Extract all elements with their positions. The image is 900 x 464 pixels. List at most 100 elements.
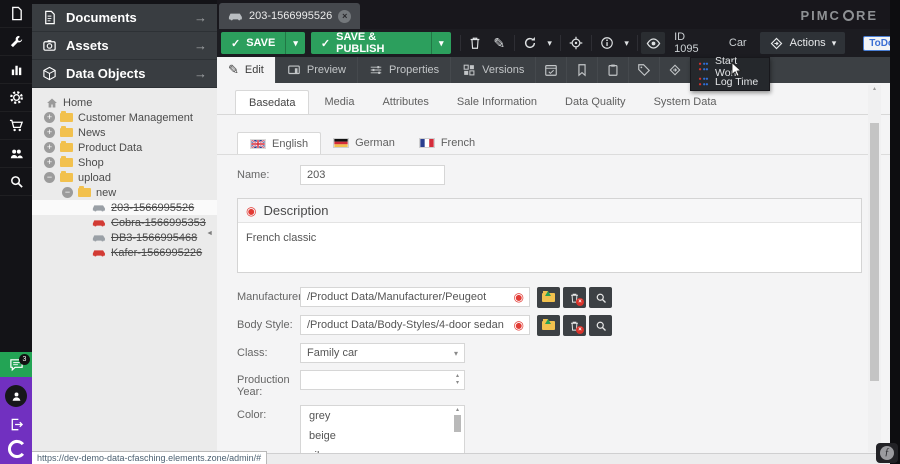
tree-item[interactable]: − new bbox=[32, 185, 217, 200]
reload-button[interactable] bbox=[518, 32, 542, 54]
langtab-french[interactable]: French bbox=[407, 132, 487, 154]
subtab-data-quality[interactable]: Data Quality bbox=[552, 90, 639, 114]
production-year-spinner[interactable]: ▴▾ bbox=[300, 370, 465, 390]
minus-icon[interactable]: − bbox=[44, 172, 55, 183]
spin-down-icon[interactable]: ▾ bbox=[456, 380, 459, 386]
logout-button[interactable] bbox=[9, 417, 24, 432]
subtab-sale-information[interactable]: Sale Information bbox=[444, 90, 550, 114]
tree-item-selected[interactable]: 203-1566995526 bbox=[32, 200, 217, 215]
tree-item[interactable]: + Customer Management bbox=[32, 110, 217, 125]
user-profile-button[interactable] bbox=[5, 385, 27, 407]
tab-preview[interactable]: Preview bbox=[276, 57, 358, 83]
tree-item[interactable]: + Shop bbox=[32, 155, 217, 170]
tree-item[interactable]: DB3-1566995468 bbox=[32, 230, 217, 245]
description-editor[interactable]: French classic bbox=[238, 223, 861, 272]
subtab-system-data[interactable]: System Data bbox=[641, 90, 730, 114]
vertical-scrollbar[interactable]: ▴ bbox=[868, 85, 881, 452]
plus-icon[interactable]: + bbox=[44, 127, 55, 138]
locate-in-tree-button[interactable] bbox=[564, 32, 588, 54]
reports-rail-button[interactable] bbox=[0, 56, 32, 84]
logo-text-pre: PIMC bbox=[800, 8, 841, 23]
class-select[interactable]: Family car ▾ bbox=[300, 343, 465, 363]
tab-properties[interactable]: Properties bbox=[358, 57, 451, 83]
tab-tags[interactable] bbox=[629, 57, 660, 83]
spinner-arrows[interactable]: ▴▾ bbox=[456, 373, 459, 387]
tools-rail-button[interactable] bbox=[0, 28, 32, 56]
search-relation-button[interactable] bbox=[589, 315, 612, 336]
delete-button[interactable] bbox=[463, 32, 487, 54]
tab-versions[interactable]: Versions bbox=[451, 57, 536, 83]
notifications-button[interactable]: 3 bbox=[0, 352, 32, 377]
scroll-up-icon[interactable]: ▴ bbox=[868, 85, 881, 93]
help-chat-widget[interactable]: ƒ bbox=[876, 443, 898, 463]
subtab-basedata[interactable]: Basedata bbox=[235, 90, 309, 114]
open-folder-button[interactable] bbox=[537, 287, 560, 308]
plus-icon[interactable]: + bbox=[44, 157, 55, 168]
remove-relation-button[interactable]: × bbox=[563, 287, 586, 308]
save-publish-button[interactable]: ✓SAVE & PUBLISH ▾ bbox=[311, 32, 451, 54]
scrollbar-thumb[interactable] bbox=[870, 123, 879, 381]
user-icon bbox=[10, 390, 23, 403]
chevron-down-icon: ▾ bbox=[454, 349, 458, 358]
documents-rail-button[interactable] bbox=[0, 0, 32, 28]
color-option[interactable]: grey bbox=[301, 406, 464, 426]
reload-dropdown-caret[interactable]: ▾ bbox=[542, 38, 557, 49]
color-option[interactable]: beige bbox=[301, 426, 464, 446]
ecommerce-rail-button[interactable] bbox=[0, 112, 32, 140]
tree-item[interactable]: Kafer-1566995226 bbox=[32, 245, 217, 260]
language-label: German bbox=[355, 137, 395, 149]
save-dropdown-caret[interactable]: ▾ bbox=[285, 32, 305, 54]
tab-edit[interactable]: ✎ Edit bbox=[217, 57, 276, 83]
tree-item[interactable]: − upload bbox=[32, 170, 217, 185]
open-folder-button[interactable] bbox=[537, 315, 560, 336]
search-relation-button[interactable] bbox=[589, 287, 612, 308]
langtab-english[interactable]: English bbox=[237, 132, 321, 154]
remove-x-icon: × bbox=[576, 326, 584, 334]
name-input[interactable]: 203 bbox=[300, 165, 445, 185]
spin-up-icon[interactable]: ▴ bbox=[456, 373, 459, 379]
scroll-up-icon[interactable]: ▴ bbox=[452, 407, 463, 414]
save-button[interactable]: ✓SAVE ▾ bbox=[221, 32, 305, 54]
search-rail-button[interactable] bbox=[0, 168, 32, 196]
tab-workflow[interactable] bbox=[660, 57, 691, 83]
minus-icon[interactable]: − bbox=[62, 187, 73, 198]
langtab-german[interactable]: German bbox=[321, 132, 407, 154]
menu-item-log-time[interactable]: Log Time bbox=[691, 74, 769, 89]
sidebar-panel-data-objects[interactable]: Data Objects → bbox=[32, 60, 217, 88]
menu-item-start-work[interactable]: Start Work bbox=[691, 59, 769, 74]
save-publish-dropdown-caret[interactable]: ▾ bbox=[431, 32, 451, 54]
preview-eye-button[interactable] bbox=[641, 32, 665, 54]
tree-item-home[interactable]: Home bbox=[32, 95, 217, 110]
manufacturer-input[interactable]: /Product Data/Manufacturer/Peugeot ◉ bbox=[300, 287, 530, 307]
tree-item[interactable]: Cobra-1566995353 bbox=[32, 215, 217, 230]
rename-button[interactable]: ✎ bbox=[487, 32, 511, 54]
open-object-tab[interactable]: 203-1566995526 × bbox=[219, 3, 360, 29]
pencil-icon: ✎ bbox=[228, 62, 239, 78]
info-button[interactable] bbox=[595, 32, 619, 54]
sidebar-panel-assets[interactable]: Assets → bbox=[32, 32, 217, 60]
scrollbar-thumb[interactable] bbox=[454, 415, 461, 432]
sidebar-panel-documents[interactable]: Documents → bbox=[32, 4, 217, 32]
info-dropdown-caret[interactable]: ▾ bbox=[619, 38, 634, 49]
plus-icon[interactable]: + bbox=[44, 142, 55, 153]
settings-rail-button[interactable] bbox=[0, 84, 32, 112]
subtab-attributes[interactable]: Attributes bbox=[369, 90, 441, 114]
manufacturer-row: Manufacturer: /Product Data/Manufacturer… bbox=[237, 287, 890, 308]
save-label: SAVE bbox=[246, 37, 275, 49]
bodystyle-input[interactable]: /Product Data/Body-Styles/4-door sedan ◉ bbox=[300, 315, 530, 335]
tree-item-label: Product Data bbox=[78, 142, 142, 154]
mouse-cursor-icon bbox=[731, 62, 743, 78]
users-rail-button[interactable] bbox=[0, 140, 32, 168]
subtab-media[interactable]: Media bbox=[311, 90, 367, 114]
tab-notes[interactable] bbox=[567, 57, 598, 83]
plus-icon[interactable]: + bbox=[44, 112, 55, 123]
remove-relation-button[interactable]: × bbox=[563, 315, 586, 336]
tree-item[interactable]: + Product Data bbox=[32, 140, 217, 155]
sidebar-collapse-handle[interactable]: ◄ bbox=[206, 226, 213, 242]
close-icon[interactable]: × bbox=[338, 10, 351, 23]
tab-schedule[interactable] bbox=[536, 57, 567, 83]
tab-reports[interactable] bbox=[598, 57, 629, 83]
car-grey-icon bbox=[92, 233, 106, 242]
actions-dropdown-button[interactable]: Actions ▾ bbox=[760, 32, 846, 54]
tree-item[interactable]: + News bbox=[32, 125, 217, 140]
